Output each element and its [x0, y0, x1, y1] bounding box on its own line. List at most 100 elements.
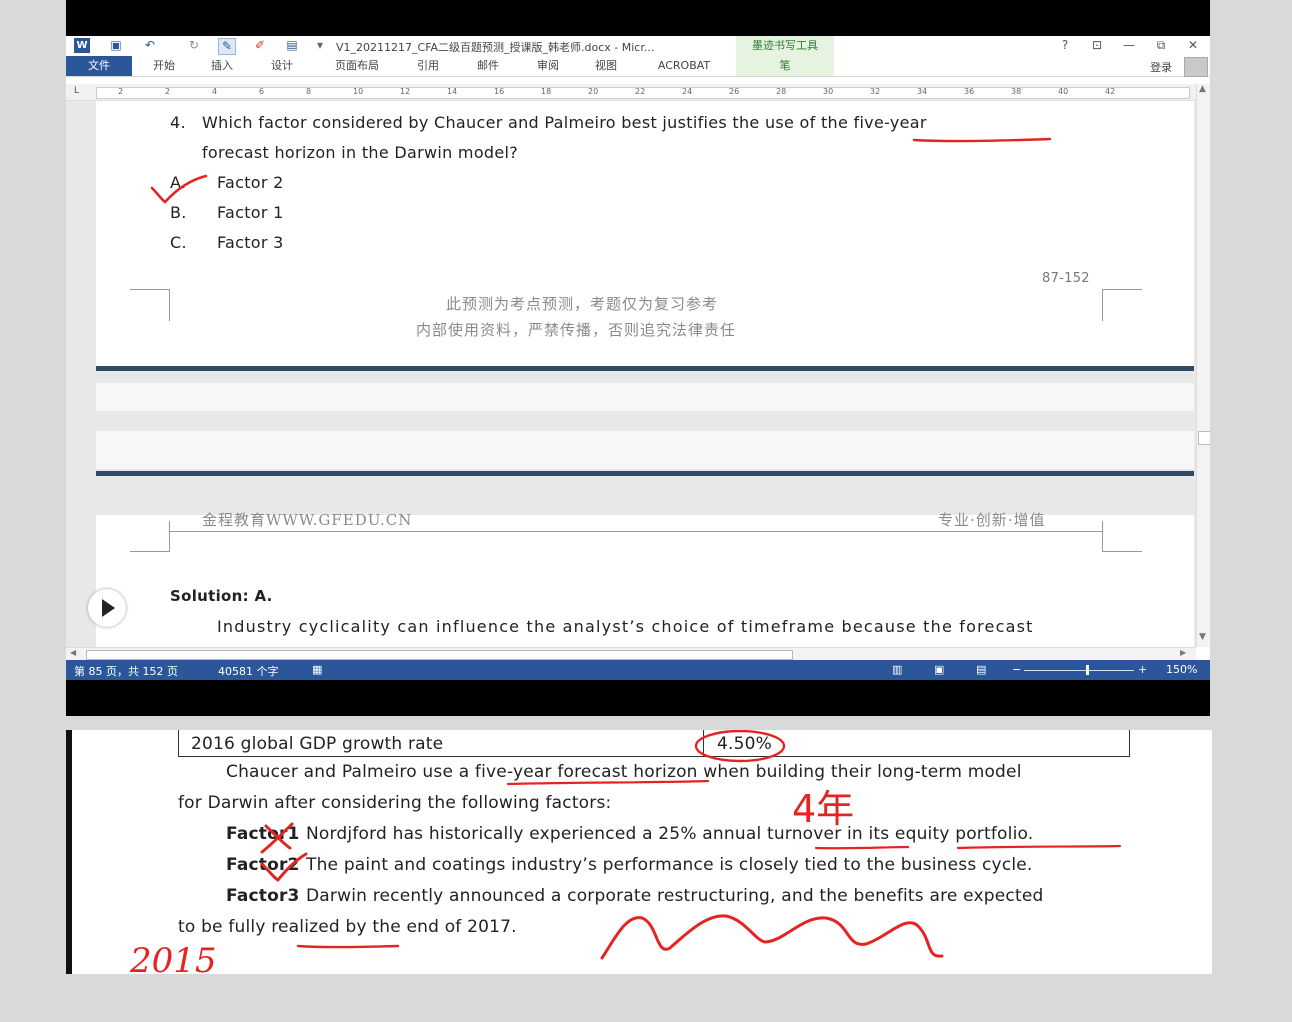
intro-line-2: for Darwin after considering the followi…: [178, 793, 612, 813]
ruler-number: 6: [259, 87, 265, 96]
avatar[interactable]: [1184, 57, 1208, 77]
crop-mark: [130, 289, 170, 290]
ruler-number: 14: [447, 87, 458, 96]
word-window: W ▣ ↶ ↻ ✎ ✐ ▤ ▾ V1_20211217_CFA二级百题预测_授课…: [66, 36, 1210, 680]
crop-mark: [1102, 551, 1142, 552]
horizontal-scrollbar[interactable]: ◀ ▶: [66, 647, 1196, 661]
tab-design[interactable]: 设计: [262, 56, 302, 76]
solution-text: Industry cyclicality can influence the a…: [217, 617, 1034, 636]
tab-home[interactable]: 开始: [144, 56, 184, 76]
handwriting-2015: 2015: [129, 941, 217, 974]
ink-tools-contextual-title: 墨迹书写工具: [736, 36, 834, 56]
ruler-numbers: 2 2 4 6 8 10 12 14 16 18 20 22 24 26 28 30 32 34 36 38 40 42: [66, 84, 1210, 100]
zoom-slider-thumb[interactable]: [1085, 665, 1089, 675]
question-line-2: forecast horizon in the Darwin model?: [202, 143, 519, 162]
vertical-scrollbar[interactable]: ▲ ▼: [1196, 84, 1210, 647]
ruler-number: 4: [212, 87, 218, 96]
minimize-button[interactable]: —: [1120, 38, 1138, 52]
factor-2-label: Factor2: [226, 855, 300, 875]
page-count[interactable]: 第 85 页，共 152 页: [74, 663, 178, 679]
tab-pen[interactable]: 笔: [736, 56, 834, 76]
proofing-icon[interactable]: ▦: [312, 663, 322, 676]
page-85-bottom: 4. Which factor considered by Chaucer an…: [96, 101, 1194, 366]
horizontal-scroll-thumb[interactable]: [86, 650, 793, 660]
factor-2-text: The paint and coatings industry’s perfor…: [306, 855, 1033, 875]
question-number: 4.: [170, 113, 186, 132]
crop-mark: [130, 551, 170, 552]
status-bar: 第 85 页，共 152 页 40581 个字 ▦ ▥ ▣ ▤ − + 150%: [66, 660, 1210, 680]
undo-icon[interactable]: ↶: [142, 38, 158, 53]
help-button[interactable]: ?: [1056, 38, 1074, 52]
factor-3-line-2: to be fully realized by the end of 2017.: [178, 917, 517, 937]
tab-file[interactable]: 文件: [66, 56, 132, 76]
zoom-in-button[interactable]: +: [1138, 663, 1147, 676]
customize-chevron-down-icon[interactable]: ▾: [312, 38, 328, 53]
save-icon[interactable]: ▣: [108, 38, 124, 53]
factor-1-text: Nordjford has historically experienced a…: [306, 824, 1034, 844]
wave-ink: [600, 914, 944, 960]
horizontal-ruler[interactable]: L 2 2 4 6 8 10 12 14 16 18 20 22 24 26 28 30 32 34 36 38 40 4…: [66, 84, 1210, 101]
redo-icon[interactable]: ↻: [186, 38, 202, 53]
crop-mark: [169, 521, 170, 551]
ruler-number: 32: [870, 87, 881, 96]
tab-view[interactable]: 视图: [586, 56, 626, 76]
crop-mark: [1102, 289, 1103, 321]
ruler-number: 16: [494, 87, 505, 96]
ribbon-tabs: 文件 开始 插入 设计 页面布局 引用 邮件 审阅 视图 ACROBAT 笔: [66, 56, 1210, 77]
ruler-number: 40: [1058, 87, 1069, 96]
print-layout-icon[interactable]: ▣: [934, 663, 944, 676]
tab-insert[interactable]: 插入: [202, 56, 242, 76]
page-gap: [96, 383, 1194, 411]
scroll-left-icon[interactable]: ◀: [70, 648, 76, 657]
highlighter-icon[interactable]: ✐: [252, 38, 268, 53]
tab-acrobat[interactable]: ACROBAT: [646, 56, 722, 76]
intro-line-1: Chaucer and Palmeiro use a five-year for…: [226, 762, 1022, 782]
scroll-up-icon[interactable]: ▲: [1199, 84, 1206, 94]
ruler-number: 28: [776, 87, 787, 96]
gdp-table: 2016 global GDP growth rate 4.50%: [178, 730, 1130, 757]
zoom-level[interactable]: 150%: [1166, 663, 1197, 676]
header-rule: [170, 531, 1102, 532]
option-b-text: Factor 1: [217, 203, 284, 222]
option-a-letter: A.: [170, 173, 187, 192]
ruler-number: 34: [917, 87, 928, 96]
zoom-slider-track[interactable]: [1024, 670, 1134, 671]
ruler-number: 2: [165, 87, 171, 96]
ruler-number: 2: [118, 87, 124, 96]
scroll-down-icon[interactable]: ▼: [1199, 632, 1206, 642]
option-a-text: Factor 2: [217, 173, 284, 192]
factor-3-text: Darwin recently announced a corporate re…: [306, 886, 1044, 906]
pen-icon[interactable]: ✎: [218, 38, 236, 55]
document-canvas[interactable]: 4. Which factor considered by Chaucer an…: [66, 101, 1196, 647]
page-break-separator: [96, 366, 1194, 371]
zoom-out-button[interactable]: −: [1012, 663, 1021, 676]
web-layout-icon[interactable]: ▤: [976, 663, 986, 676]
tab-mailings[interactable]: 邮件: [466, 56, 510, 76]
layout-icon[interactable]: ▤: [284, 38, 300, 53]
restore-button[interactable]: ⧉: [1152, 38, 1170, 53]
vertical-scroll-thumb[interactable]: [1198, 431, 1210, 445]
sign-in-link[interactable]: 登录: [1150, 59, 1172, 75]
page-86-top: 金程教育WWW.GFEDU.CN 专业·创新·增值 Solution: A. I…: [96, 511, 1194, 647]
option-c-text: Factor 3: [217, 233, 284, 252]
ruler-number: 30: [823, 87, 834, 96]
tab-review[interactable]: 审阅: [528, 56, 568, 76]
ruler-number: 38: [1011, 87, 1022, 96]
ruler-number: 42: [1105, 87, 1116, 96]
ruler-number: 12: [400, 87, 411, 96]
tab-page-layout[interactable]: 页面布局: [322, 56, 392, 76]
read-mode-icon[interactable]: ▥: [892, 663, 902, 676]
ruler-number: 18: [541, 87, 552, 96]
scroll-right-icon[interactable]: ▶: [1180, 648, 1186, 657]
word-count[interactable]: 40581 个字: [218, 663, 279, 679]
ribbon-display-options-icon[interactable]: ⊡: [1088, 38, 1106, 52]
solution-label: Solution: A.: [170, 587, 273, 605]
play-button[interactable]: [88, 589, 126, 627]
ruler-number: 22: [635, 87, 646, 96]
crop-mark: [1102, 289, 1142, 290]
tab-references[interactable]: 引用: [408, 56, 448, 76]
page-number: 87-152: [1042, 271, 1090, 286]
option-b-letter: B.: [170, 203, 187, 222]
close-button[interactable]: ✕: [1184, 38, 1202, 52]
page-gap: [96, 431, 1194, 469]
